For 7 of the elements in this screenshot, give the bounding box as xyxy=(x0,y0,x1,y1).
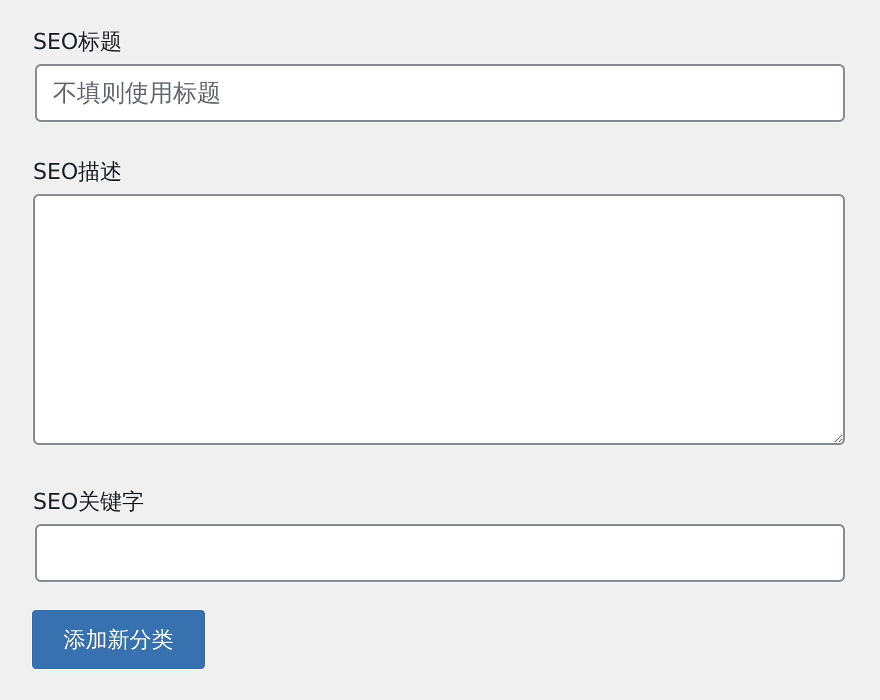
textarea-field[interactable] xyxy=(33,194,845,445)
field-label: SEO关键字 xyxy=(33,489,146,517)
text-input-field[interactable] xyxy=(35,524,845,582)
text-input-field[interactable]: 不填则使用标题 xyxy=(35,64,845,122)
add-category-button[interactable]: 添加新分类 xyxy=(32,610,205,669)
field-label: SEO标题 xyxy=(33,29,124,57)
field-label: SEO描述 xyxy=(33,159,124,187)
